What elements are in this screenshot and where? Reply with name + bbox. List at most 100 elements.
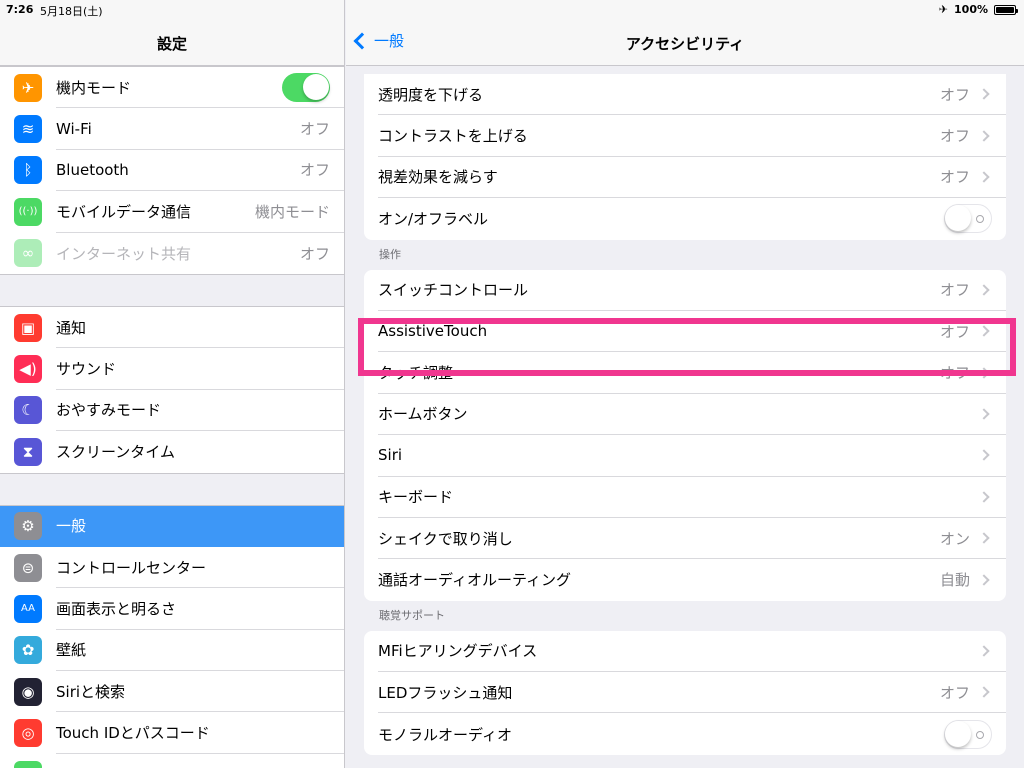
setting-row[interactable]: 透明度を下げる オフ — [364, 74, 1006, 116]
setting-row[interactable]: MFiヒアリングデバイス — [364, 631, 1006, 673]
sidebar-item-hourglass[interactable]: ⧗ スクリーンタイム — [0, 431, 344, 472]
sidebar-item-moon[interactable]: ☾ おやすみモード — [0, 390, 344, 432]
status-time: 7:26 — [6, 3, 34, 16]
setting-label: タッチ調整 — [378, 364, 454, 383]
setting-row[interactable]: 視差効果を減らす オフ — [364, 157, 1006, 199]
sidebar-item-body: サウンド — [56, 348, 344, 390]
sidebar-item-battery[interactable]: ▭ バッテリー — [0, 754, 344, 768]
sidebar-item-gear[interactable]: ⚙ 一般 — [0, 505, 344, 547]
sidebar-group: ✈ 機内モード ≋ Wi-Fi オフ ᛒ Bluetooth オフ ((·)) モバイルデータ通信… — [0, 66, 344, 275]
sidebar-item-label: 機内モード — [56, 78, 132, 97]
siri-icon: ◉ — [14, 677, 42, 706]
setting-value: オフ — [939, 683, 970, 702]
setting-value: オフ — [939, 127, 970, 146]
toggle-knob — [945, 720, 971, 747]
sidebar-item-label: バッテリー — [56, 764, 344, 768]
sidebar-group: ▣ 通知 ◀) サウンド ☾ おやすみモード ⧗ スクリーンタイム — [0, 305, 344, 474]
sidebar-item-value: オフ — [299, 244, 330, 263]
airplane-mode-icon: ✈ — [938, 3, 949, 16]
chevron-right-icon — [978, 325, 990, 337]
setting-value: オフ — [939, 281, 970, 300]
setting-value: オフ — [939, 85, 970, 104]
fingerprint-icon: ◎ — [14, 719, 42, 748]
sidebar-item-label: インターネット共有 — [56, 244, 192, 263]
sidebar-item-value: 機内モード — [254, 202, 330, 221]
setting-value: オフ — [939, 364, 970, 383]
setting-row[interactable]: LEDフラッシュ通知 オフ — [364, 672, 1006, 714]
sidebar-item-display[interactable]: AA 画面表示と明るさ — [0, 588, 344, 630]
sidebar-item-wallpaper[interactable]: ✿ 壁紙 — [0, 630, 344, 672]
sidebar-item-label: Bluetooth — [56, 160, 129, 179]
setting-row-body: LEDフラッシュ通知 オフ — [378, 672, 1006, 714]
toggle-switch[interactable] — [944, 719, 992, 749]
setting-label: シェイクで取り消し — [378, 529, 513, 548]
setting-value: オフ — [939, 322, 970, 341]
setting-row[interactable]: AssistiveTouch オフ — [364, 311, 1006, 353]
setting-label: モノラルオーディオ — [378, 725, 512, 744]
sidebar-item-hotspot[interactable]: ∞ インターネット共有 オフ — [0, 233, 344, 274]
setting-row-body: 視差効果を減らす オフ — [378, 157, 1006, 199]
setting-row-body: AssistiveTouch オフ — [378, 311, 1006, 353]
sidebar-group: ⚙ 一般 ⊜ コントロールセンター AA 画面表示と明るさ ✿ 壁紙 ◉ Siriと検索 ◎ Touc… — [0, 504, 344, 768]
setting-row[interactable]: モノラルオーディオ — [364, 713, 1006, 754]
setting-row-body: ホームボタン — [378, 394, 1006, 436]
setting-row[interactable]: キーボード — [364, 477, 1006, 518]
page-title: アクセシビリティ — [625, 35, 745, 53]
sidebar-item-airplane[interactable]: ✈ 機内モード — [0, 67, 344, 109]
sidebar-item-control-center[interactable]: ⊜ コントロールセンター — [0, 547, 344, 589]
sidebar-item-label: コントロールセンター — [56, 558, 207, 577]
toggle-switch[interactable] — [282, 72, 330, 102]
setting-row[interactable]: シェイクで取り消し オン — [364, 518, 1006, 560]
sidebar-item-sound[interactable]: ◀) サウンド — [0, 348, 344, 390]
sidebar-item-body: おやすみモード — [56, 390, 344, 432]
sidebar-item-label: 画面表示と明るさ — [56, 599, 177, 618]
wallpaper-icon: ✿ — [14, 636, 42, 665]
setting-label: オン/オフラベル — [378, 210, 489, 229]
sidebar-item-notifications[interactable]: ▣ 通知 — [0, 307, 344, 349]
sidebar-item-label: Siriと検索 — [56, 682, 126, 701]
status-date: 5月18日(土) — [40, 5, 103, 18]
setting-row[interactable]: コントラストを上げる オフ — [364, 115, 1006, 157]
setting-row-body: タッチ調整 オフ — [378, 352, 1006, 394]
toggle-knob — [302, 74, 329, 101]
settings-group: スイッチコントロール オフ AssistiveTouch オフ タッチ調整 オフ ホームボタ… — [364, 269, 1006, 601]
setting-label: スイッチコントロール — [378, 281, 529, 300]
setting-row-body: キーボード — [378, 477, 1006, 518]
main-panel: 一般 アクセシビリティ 透明度を下げる オフ コントラストを上げる オフ 視差効果を減ら… — [346, 0, 1024, 768]
chevron-right-icon — [978, 532, 990, 544]
sidebar-item-bluetooth[interactable]: ᛒ Bluetooth オフ — [0, 150, 344, 192]
setting-row-body: MFiヒアリングデバイス — [378, 631, 1006, 673]
status-right: ✈ 100% — [938, 3, 1018, 16]
sidebar-item-wifi[interactable]: ≋ Wi-Fi オフ — [0, 108, 344, 150]
setting-row[interactable]: オン/オフラベル — [364, 198, 1006, 239]
sidebar-item-label: 一般 — [56, 517, 87, 536]
setting-row-body: モノラルオーディオ — [378, 713, 1006, 754]
setting-row-body: オン/オフラベル — [378, 198, 1006, 239]
sidebar: 設定 ✈ 機内モード ≋ Wi-Fi オフ ᛒ Bluetooth オフ ((·)) モバイルデー… — [0, 0, 345, 768]
setting-row[interactable]: スイッチコントロール オフ — [364, 270, 1006, 311]
hotspot-icon: ∞ — [14, 239, 42, 268]
setting-row-body: コントラストを上げる オフ — [378, 115, 1006, 157]
setting-label: キーボード — [378, 488, 454, 507]
chevron-right-icon — [978, 88, 990, 100]
sidebar-item-siri[interactable]: ◉ Siriと検索 — [0, 671, 344, 713]
setting-row[interactable]: 通話オーディオルーティング 自動 — [364, 559, 1006, 600]
section-header: 聴覚サポート — [379, 608, 445, 622]
toggle-switch[interactable] — [944, 204, 992, 234]
setting-row[interactable]: Siri — [364, 435, 1006, 477]
sidebar-item-cellular[interactable]: ((·)) モバイルデータ通信 機内モード — [0, 191, 344, 233]
chevron-right-icon — [978, 645, 990, 657]
setting-label: ホームボタン — [378, 405, 468, 424]
setting-row-body: 透明度を下げる オフ — [378, 74, 1006, 116]
setting-row[interactable]: ホームボタン — [364, 394, 1006, 436]
chevron-right-icon — [978, 686, 990, 698]
chevron-right-icon — [978, 366, 990, 379]
sidebar-item-body: スクリーンタイム — [56, 431, 344, 472]
display-icon: AA — [14, 594, 42, 623]
sidebar-item-fingerprint[interactable]: ◎ Touch IDとパスコード — [0, 712, 344, 754]
sound-icon: ◀) — [14, 355, 42, 384]
setting-row[interactable]: タッチ調整 オフ — [364, 352, 1006, 394]
chevron-right-icon — [978, 491, 990, 503]
hourglass-icon: ⧗ — [14, 437, 42, 466]
notifications-icon: ▣ — [14, 313, 42, 342]
